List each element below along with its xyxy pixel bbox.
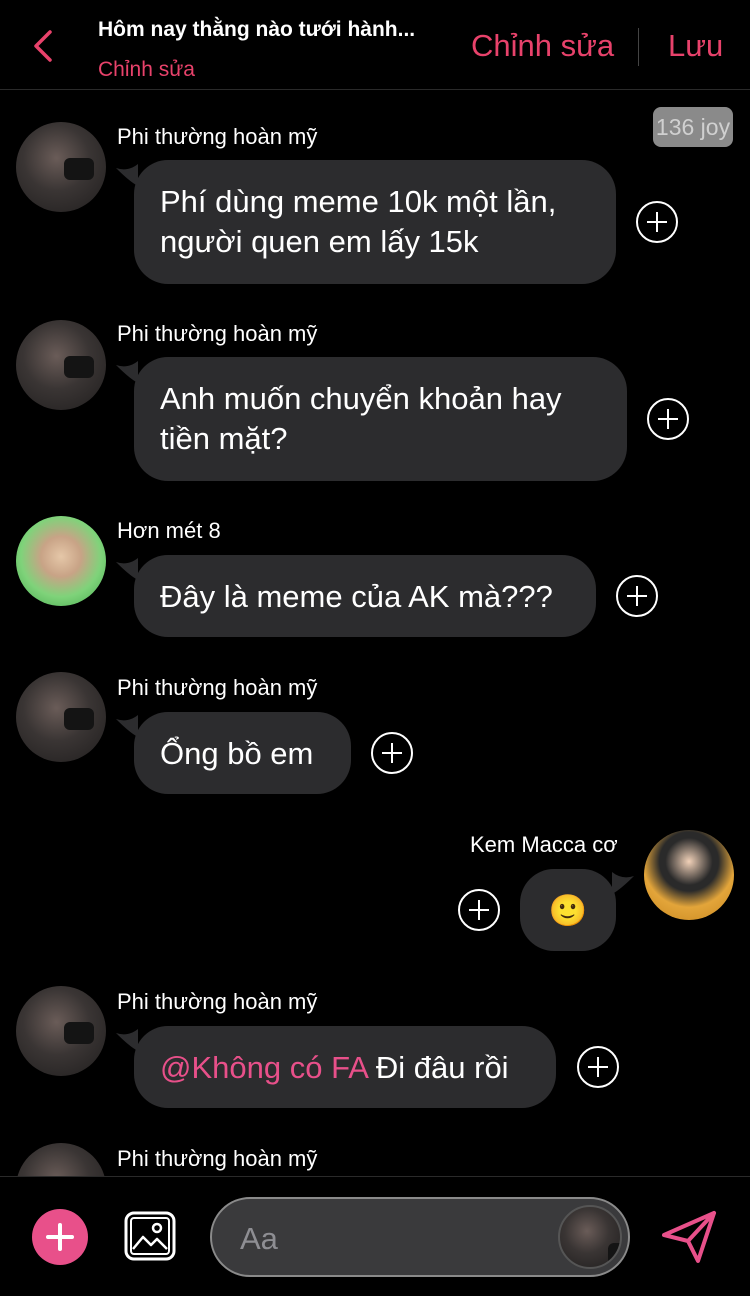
sender-name: Phi thường hoàn mỹ: [117, 321, 318, 346]
avatar[interactable]: [16, 672, 106, 762]
react-add-icon[interactable]: [577, 1046, 619, 1088]
message-input[interactable]: [240, 1219, 540, 1259]
bubble-tail: [116, 558, 138, 580]
sender-avatar[interactable]: [558, 1205, 622, 1269]
message-text: Ổng bồ em: [160, 736, 314, 771]
message-bubble[interactable]: 🙂: [520, 869, 616, 951]
chat-header: Hôm nay thằng nào tưới hành... Chỉnh sửa…: [0, 0, 750, 90]
message-text: Đây là meme của AK mà???: [160, 579, 553, 614]
header-divider: [638, 28, 639, 66]
message-bubble[interactable]: Anh muốn chuyển khoản hay tiền mặt?: [134, 357, 627, 481]
avatar[interactable]: [16, 986, 106, 1076]
emoji-text: 🙂: [548, 893, 588, 928]
message-bubble[interactable]: Phí dùng meme 10k một lần, người quen em…: [134, 160, 616, 284]
avatar[interactable]: [16, 320, 106, 410]
message-bubble[interactable]: Ổng bồ em: [134, 712, 351, 794]
message-text: tiền mặt?: [160, 421, 288, 456]
image-icon[interactable]: [124, 1211, 176, 1261]
sender-name: Hơn mét 8: [117, 518, 221, 543]
message-text: Phí dùng meme 10k một lần,: [160, 184, 557, 219]
back-icon[interactable]: [30, 28, 58, 64]
sender-name: Kem Macca cơ: [470, 832, 618, 857]
react-add-icon[interactable]: [647, 398, 689, 440]
edit-button[interactable]: Chỉnh sửa: [471, 28, 614, 64]
bubble-tail: [612, 872, 634, 894]
save-button[interactable]: Lưu: [668, 28, 723, 64]
message-text: người quen em lấy 15k: [160, 224, 479, 259]
react-add-icon[interactable]: [458, 889, 500, 931]
bubble-tail: [116, 1029, 138, 1051]
message-text: Anh muốn chuyển khoản hay: [160, 381, 562, 416]
chat-title: Hôm nay thằng nào tưới hành...: [98, 18, 416, 41]
joy-badge: 136 joy: [653, 107, 733, 147]
react-add-icon[interactable]: [616, 575, 658, 617]
composer-bar: [0, 1176, 750, 1296]
react-add-icon[interactable]: [636, 201, 678, 243]
avatar[interactable]: [644, 830, 734, 920]
sender-name: Phi thường hoàn mỹ: [117, 124, 318, 149]
sender-name: Phi thường hoàn mỹ: [117, 1146, 318, 1171]
sender-name: Phi thường hoàn mỹ: [117, 989, 318, 1014]
bubble-tail: [116, 715, 138, 737]
add-icon[interactable]: [32, 1209, 88, 1265]
avatar[interactable]: [16, 122, 106, 212]
react-add-icon[interactable]: [371, 732, 413, 774]
message-text: Đi đâu rồi: [367, 1050, 509, 1085]
mention-link[interactable]: @Không có FA: [160, 1050, 367, 1085]
send-icon[interactable]: [660, 1209, 718, 1265]
avatar[interactable]: [16, 516, 106, 606]
sender-name: Phi thường hoàn mỹ: [117, 675, 318, 700]
message-bubble[interactable]: Đây là meme của AK mà???: [134, 555, 596, 637]
message-bubble[interactable]: @Không có FA Đi đâu rồi: [134, 1026, 556, 1108]
message-input-wrapper[interactable]: [210, 1197, 630, 1277]
chat-subtitle-edit-link[interactable]: Chỉnh sửa: [98, 58, 195, 82]
